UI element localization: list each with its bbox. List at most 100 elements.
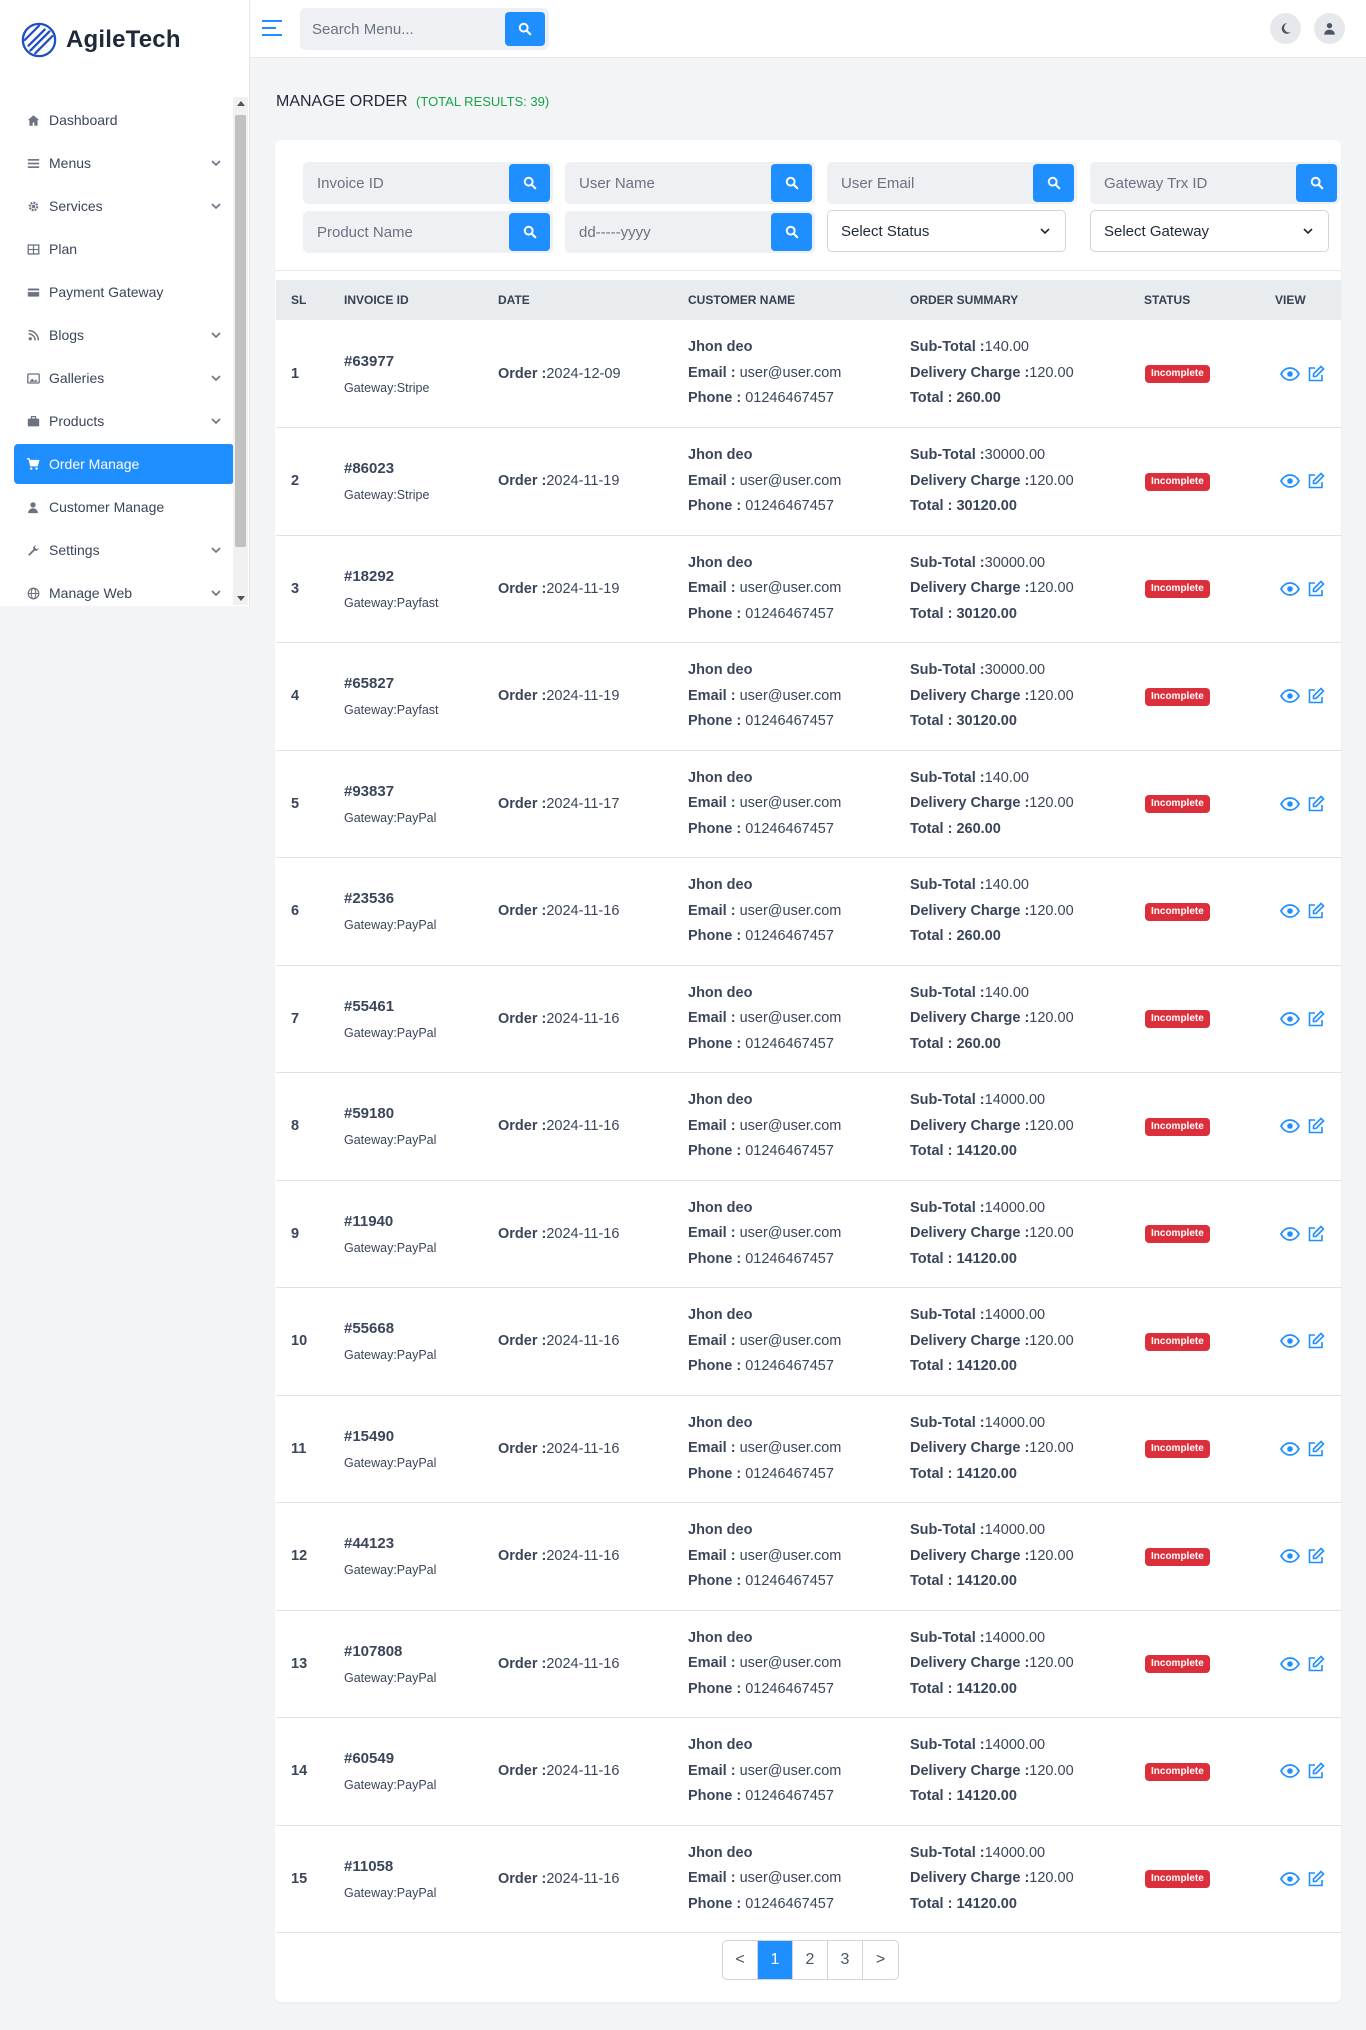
product-search-button[interactable] [509, 213, 550, 251]
menu-search-button[interactable] [505, 12, 545, 46]
edit-order-button[interactable] [1306, 1331, 1326, 1351]
edit-order-button[interactable] [1306, 471, 1326, 491]
customer-name: Jhon deo [688, 1737, 753, 1753]
delivery-value: 120.00 [1029, 1655, 1074, 1671]
brand-logo[interactable]: AgileTech [20, 20, 181, 60]
user-name-input[interactable] [579, 162, 759, 204]
date-input[interactable] [579, 211, 759, 253]
user-menu-button[interactable] [1314, 13, 1345, 44]
pagination-page-2[interactable]: 2 [793, 1941, 828, 1979]
product-name-input[interactable] [317, 211, 497, 253]
actions-cell [1275, 1503, 1341, 1611]
sidebar-item-galleries[interactable]: Galleries [14, 358, 234, 398]
username-search-button[interactable] [771, 164, 812, 202]
edit-order-button[interactable] [1306, 1116, 1326, 1136]
view-order-button[interactable] [1280, 1224, 1300, 1244]
customer-cell: Jhon deo Email : user@user.com Phone : 012… [688, 1073, 910, 1181]
table-row: 14 #60549 Gateway:PayPal Order :2024-11-16 J… [276, 1718, 1341, 1826]
hamburger-menu-icon[interactable] [260, 17, 284, 39]
sidebar-scrollbar[interactable] [233, 97, 248, 605]
summary-cell: Sub-Total :140.00 Delivery Charge :120.00… [910, 965, 1144, 1073]
view-order-button[interactable] [1280, 1654, 1300, 1674]
pagination-prev[interactable]: < [723, 1941, 758, 1979]
order-date: 2024-11-16 [546, 903, 620, 920]
view-order-button[interactable] [1280, 794, 1300, 814]
sidebar-item-menus[interactable]: Menus [14, 143, 234, 183]
view-order-button[interactable] [1280, 1761, 1300, 1781]
pagination-page-3[interactable]: 3 [828, 1941, 863, 1979]
invoice-gateway: Gateway:Stripe [344, 488, 430, 503]
view-order-button[interactable] [1280, 364, 1300, 384]
dark-mode-toggle[interactable] [1270, 13, 1301, 44]
sidebar-item-manage-web[interactable]: Manage Web [14, 573, 234, 613]
edit-order-button[interactable] [1306, 794, 1326, 814]
edit-order-button[interactable] [1306, 1654, 1326, 1674]
view-order-button[interactable] [1280, 1116, 1300, 1136]
total-label: Total : [910, 928, 953, 944]
actions-cell [1275, 1288, 1341, 1396]
total-label: Total : [910, 1788, 953, 1804]
view-order-button[interactable] [1280, 1009, 1300, 1029]
view-order-button[interactable] [1280, 1439, 1300, 1459]
sidebar-item-services[interactable]: Services [14, 186, 234, 226]
summary-cell: Sub-Total :14000.00 Delivery Charge :120.… [910, 1073, 1144, 1181]
edit-order-button[interactable] [1306, 579, 1326, 599]
status-badge: Incomplete [1145, 472, 1210, 491]
edit-order-button[interactable] [1306, 901, 1326, 921]
order-label: Order : [498, 1870, 547, 1887]
date-search-button[interactable] [771, 213, 812, 251]
sidebar-item-plan[interactable]: Plan [14, 229, 234, 269]
view-order-button[interactable] [1280, 901, 1300, 921]
edit-order-button[interactable] [1306, 1439, 1326, 1459]
user-email-input[interactable] [841, 162, 1021, 204]
total-value: 14120.00 [956, 1680, 1017, 1697]
edit-order-button[interactable] [1306, 1761, 1326, 1781]
sidebar-item-order-manage[interactable]: Order Manage [14, 444, 234, 484]
email-label: Email : [688, 472, 736, 489]
edit-order-button[interactable] [1306, 686, 1326, 706]
scrollbar-thumb[interactable] [235, 115, 246, 547]
view-order-button[interactable] [1280, 1331, 1300, 1351]
scroll-down-arrow-icon[interactable] [237, 596, 245, 601]
view-order-button[interactable] [1280, 471, 1300, 491]
view-order-button[interactable] [1280, 1546, 1300, 1566]
pagination-next[interactable]: > [863, 1941, 898, 1979]
edit-order-button[interactable] [1306, 1224, 1326, 1244]
orders-table: SL INVOICE ID DATE CUSTOMER NAME ORDER S… [276, 280, 1341, 1933]
gateway-trx-input[interactable] [1104, 162, 1284, 204]
status-select[interactable]: Select Status [827, 210, 1066, 252]
sidebar-item-dashboard[interactable]: Dashboard [14, 100, 234, 140]
invoice-gateway: Gateway:Stripe [344, 380, 430, 395]
gateway-select[interactable]: Select Gateway [1090, 210, 1329, 252]
gateway-trx-search-button[interactable] [1296, 164, 1337, 202]
actions-cell [1275, 1718, 1341, 1826]
edit-order-button[interactable] [1306, 1546, 1326, 1566]
edit-order-button[interactable] [1306, 1009, 1326, 1029]
total-label: Total : [910, 390, 953, 407]
results-count: (TOTAL RESULTS: 39) [416, 94, 550, 109]
subtotal-label: Sub-Total : [910, 1629, 985, 1646]
menu-search-input[interactable] [312, 8, 502, 50]
edit-order-button[interactable] [1306, 364, 1326, 384]
email-label: Email : [688, 1440, 736, 1456]
row-actions [1275, 686, 1341, 706]
total-value: 260.00 [956, 928, 1001, 944]
invoice-search-button[interactable] [509, 164, 550, 202]
subtotal-label: Sub-Total : [910, 1199, 985, 1216]
user-icon [1324, 22, 1335, 35]
sidebar-item-blogs[interactable]: Blogs [14, 315, 234, 355]
email-search-button[interactable] [1033, 164, 1074, 202]
edit-order-button[interactable] [1306, 1869, 1326, 1889]
sidebar-item-products[interactable]: Products [14, 401, 234, 441]
sidebar-item-settings[interactable]: Settings [14, 530, 234, 570]
sidebar-item-customer-manage[interactable]: Customer Manage [14, 487, 234, 527]
actions-cell [1275, 858, 1341, 966]
pagination-page-1[interactable]: 1 [758, 1941, 793, 1979]
scroll-up-arrow-icon[interactable] [237, 101, 245, 106]
invoice-id-input[interactable] [317, 162, 497, 204]
sidebar-item-payment-gateway[interactable]: Payment Gateway [14, 272, 234, 312]
view-order-button[interactable] [1280, 1869, 1300, 1889]
view-order-button[interactable] [1280, 579, 1300, 599]
view-order-button[interactable] [1280, 686, 1300, 706]
delivery-value: 120.00 [1029, 364, 1074, 381]
